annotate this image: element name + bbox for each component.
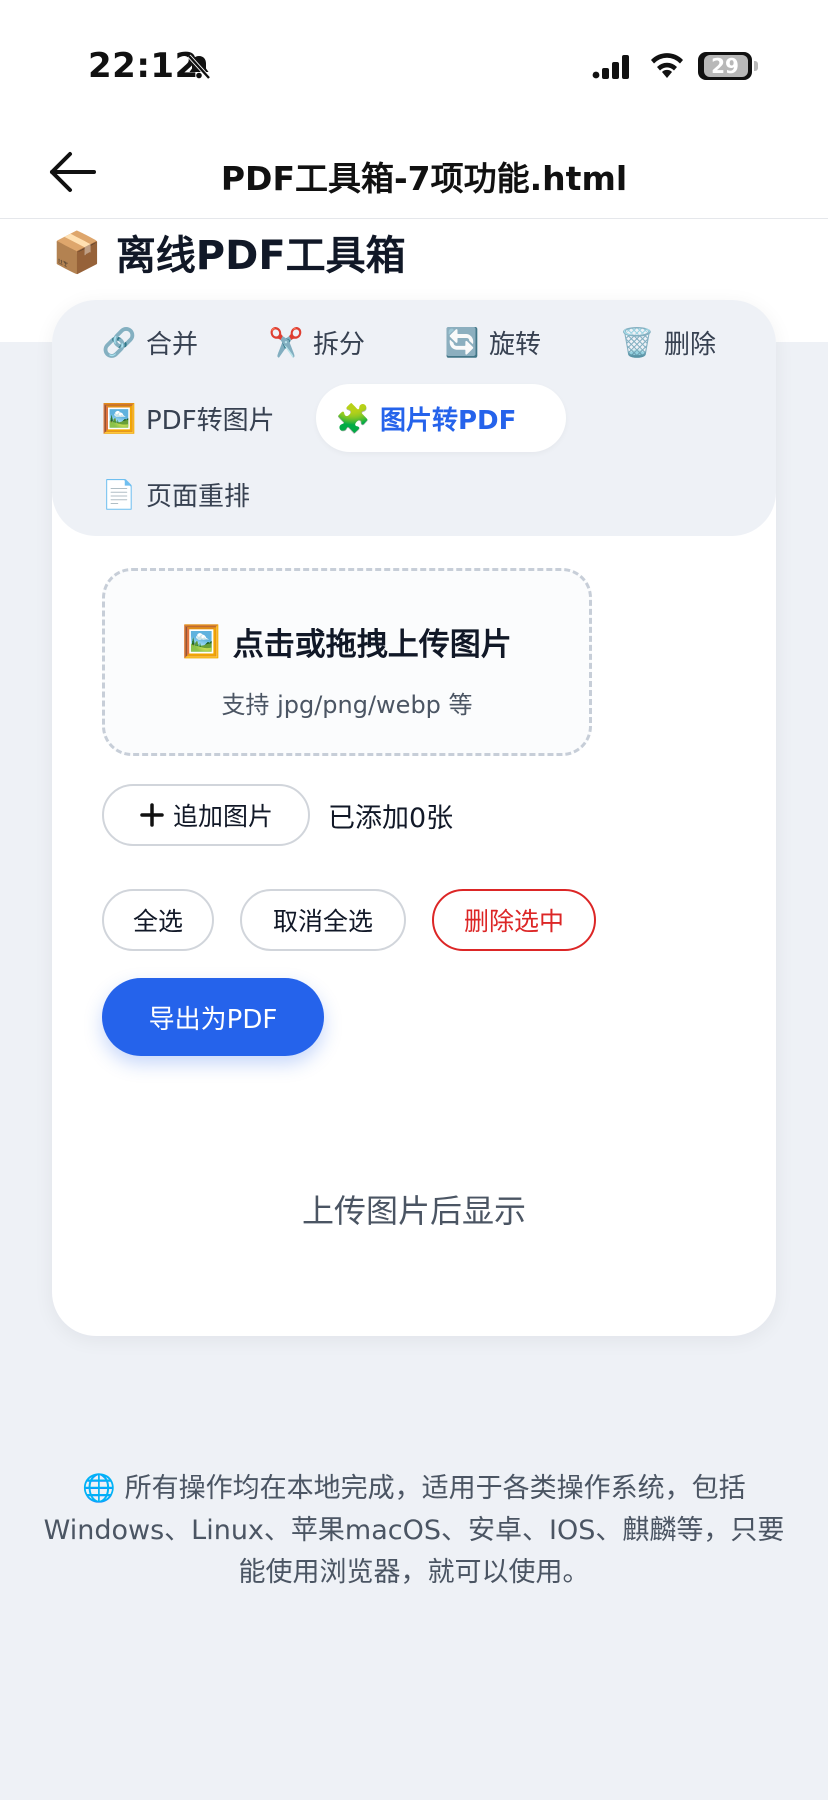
tab-reorder-pages[interactable]: 📄 页面重排	[82, 460, 270, 528]
tab-rotate[interactable]: 🔄 旋转	[425, 308, 561, 376]
battery-cap	[754, 61, 758, 71]
dropzone-title-text: 点击或拖拽上传图片	[232, 627, 512, 663]
battery-level: 29	[711, 54, 739, 78]
tab-label: 旋转	[489, 329, 542, 360]
picture-icon: 🖼️	[182, 624, 221, 660]
app-title: 📦 离线PDF工具箱	[52, 223, 406, 281]
plus-icon	[140, 803, 164, 827]
tab-delete[interactable]: 🗑️ 删除	[600, 308, 736, 376]
dropzone-title: 🖼️ 点击或拖拽上传图片	[105, 619, 589, 664]
footer-line-1: 🌐 所有操作均在本地完成，适用于各类操作系统，包括	[30, 1468, 798, 1510]
footer-note: 🌐 所有操作均在本地完成，适用于各类操作系统，包括 Windows、Linux、…	[30, 1468, 798, 1594]
tab-label: 拆分	[313, 329, 366, 360]
add-images-button[interactable]: 追加图片	[102, 784, 310, 846]
document-icon: 📄	[101, 477, 137, 511]
trash-icon: 🗑️	[619, 325, 655, 359]
package-icon: 📦	[52, 229, 102, 276]
image-upload-dropzone[interactable]: 🖼️ 点击或拖拽上传图片 支持 jpg/png/webp 等	[102, 568, 592, 756]
link-icon: 🔗	[101, 325, 137, 359]
tab-pdf-to-image[interactable]: 🖼️ PDF转图片	[82, 384, 295, 452]
add-images-label: 追加图片	[172, 802, 273, 831]
puzzle-icon: 🧩	[335, 401, 371, 435]
footer-line-1-text: 所有操作均在本地完成，适用于各类操作系统，包括	[124, 1473, 746, 1504]
tab-split[interactable]: ✂️ 拆分	[249, 308, 385, 376]
footer-line-3: 能使用浏览器，就可以使用。	[238, 1557, 590, 1588]
status-time: 22:12	[88, 46, 199, 86]
tab-bar: 🔗 合并 ✂️ 拆分 🔄 旋转 🗑️ 删除 🖼️ PDF转图片 🧩 图片转PDF…	[52, 300, 776, 536]
picture-icon: 🖼️	[101, 401, 137, 435]
tab-label: 删除	[664, 329, 717, 360]
preview-placeholder: 上传图片后显示	[301, 1192, 526, 1230]
cellular-signal-icon	[592, 55, 629, 79]
app-title-text: 离线PDF工具箱	[115, 233, 406, 279]
deselect-all-button[interactable]: 取消全选	[240, 889, 406, 951]
delete-selected-button[interactable]: 删除选中	[432, 889, 596, 951]
globe-icon: 🌐	[82, 1473, 117, 1504]
tab-label: PDF转图片	[146, 405, 275, 436]
battery-icon: 29	[698, 52, 752, 80]
footer-line-2: Windows、Linux、苹果macOS、安卓、IOS、麒麟等，只要	[43, 1515, 785, 1546]
silent-bell-icon	[187, 54, 211, 80]
tab-image-to-pdf[interactable]: 🧩 图片转PDF	[316, 384, 566, 452]
tab-label: 合并	[146, 329, 199, 360]
wifi-icon	[651, 53, 683, 78]
tab-merge[interactable]: 🔗 合并	[82, 308, 218, 376]
tab-label: 图片转PDF	[380, 405, 517, 436]
rotate-icon: 🔄	[444, 325, 480, 359]
export-pdf-button[interactable]: 导出为PDF	[102, 978, 324, 1056]
dropzone-subtitle: 支持 jpg/png/webp 等	[221, 691, 473, 719]
image-count-text: 已添加0张	[328, 803, 454, 834]
select-all-button[interactable]: 全选	[102, 889, 214, 951]
tab-label: 页面重排	[146, 481, 251, 512]
navigation-bar: PDF工具箱-7项功能.html	[0, 120, 828, 219]
status-bar: 22:12 29	[0, 0, 828, 120]
scissors-icon: ✂️	[268, 325, 304, 359]
page-title: PDF工具箱-7项功能.html	[220, 159, 628, 198]
